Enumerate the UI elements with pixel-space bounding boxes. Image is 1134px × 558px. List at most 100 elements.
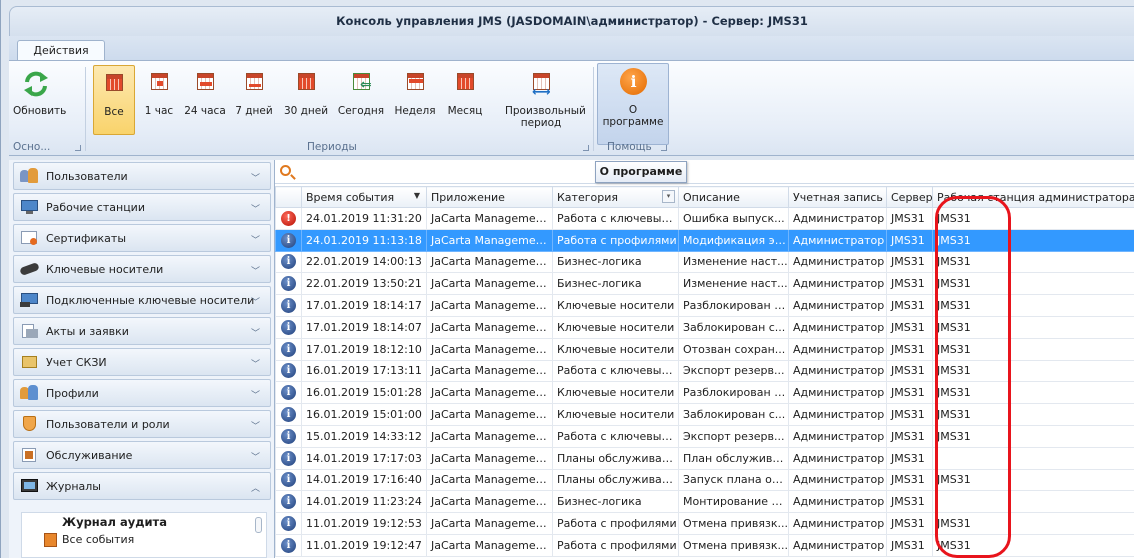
- calendar-full-icon: [99, 70, 129, 100]
- cell-event-type: i: [275, 424, 302, 448]
- nav-certificates-label: Сертификаты: [46, 232, 127, 245]
- cell-category: Бизнес-логика: [552, 490, 679, 514]
- nav-tokens[interactable]: Ключевые носители ﹀: [13, 255, 271, 283]
- cell-app: JaCarta Management...: [426, 490, 553, 514]
- table-row[interactable]: i 16.01.2019 15:01:28 JaCarta Management..…: [275, 381, 1134, 405]
- info-icon: i: [281, 516, 296, 532]
- cell-account: Администратор: [788, 228, 887, 252]
- cell-workstation: JMS31: [932, 381, 1134, 405]
- column-header-category[interactable]: Категория ▾: [552, 186, 679, 208]
- period-custom-button[interactable]: ⟷ Произвольный период: [493, 65, 589, 135]
- column-header-server[interactable]: Сервер: [886, 186, 933, 208]
- table-row[interactable]: i 11.01.2019 19:12:53 JaCarta Management..…: [275, 512, 1134, 535]
- cell-server: JMS31: [886, 337, 933, 361]
- period-all-button[interactable]: Все: [93, 65, 135, 135]
- calendar-1h-icon: [144, 69, 174, 99]
- period-24h-label: 24 часа: [184, 105, 226, 117]
- table-row[interactable]: i 17.01.2019 18:14:07 JaCarta Management..…: [275, 315, 1134, 339]
- nav-workstations[interactable]: Рабочие станции ﹀: [13, 193, 271, 221]
- group-launcher-icon[interactable]: [583, 145, 589, 151]
- info-icon: i: [281, 407, 296, 423]
- column-header-icon[interactable]: [275, 186, 302, 208]
- cell-app: JaCarta Management...: [426, 446, 553, 470]
- nav-connected-tokens[interactable]: Подключенные ключевые носители ﹀: [13, 286, 271, 314]
- nav-roles[interactable]: Пользователи и роли ﹀: [13, 410, 271, 438]
- cell-description: Экспорт резерв...: [678, 359, 789, 383]
- ribbon-tab-strip: Действия: [9, 36, 1134, 61]
- nav-profiles[interactable]: Профили ﹀: [13, 379, 271, 407]
- info-icon: i: [618, 68, 648, 98]
- cell-workstation: [932, 490, 1134, 514]
- table-row[interactable]: i 24.01.2019 11:13:18 JaCarta Management..…: [275, 228, 1134, 252]
- cell-workstation: JMS31: [932, 359, 1134, 383]
- nav-maintenance[interactable]: Обслуживание ﹀: [13, 441, 271, 469]
- info-icon: i: [281, 254, 296, 270]
- table-row[interactable]: i 22.01.2019 13:50:21 JaCarta Management..…: [275, 272, 1134, 296]
- group-launcher-icon[interactable]: [661, 145, 667, 151]
- workstations-icon: [20, 199, 40, 215]
- column-header-description[interactable]: Описание: [678, 186, 789, 208]
- table-row[interactable]: i 17.01.2019 18:12:10 JaCarta Management..…: [275, 337, 1134, 361]
- nav-acts[interactable]: Акты и заявки ﹀: [13, 317, 271, 345]
- nav-crypto-accounting[interactable]: Учет СКЗИ ﹀: [13, 348, 271, 376]
- roles-icon: [20, 416, 40, 432]
- cell-category: Ключевые носители: [552, 315, 679, 339]
- nav-certificates[interactable]: Сертификаты ﹀: [13, 224, 271, 252]
- period-month-button[interactable]: Месяц: [443, 65, 487, 135]
- cell-time: 22.01.2019 13:50:21: [301, 272, 427, 296]
- table-row[interactable]: i 16.01.2019 17:13:11 JaCarta Management..…: [275, 359, 1134, 383]
- column-header-app[interactable]: Приложение: [426, 186, 553, 208]
- table-row[interactable]: i 14.01.2019 11:23:24 JaCarta Management..…: [275, 490, 1134, 514]
- cell-server: JMS31: [886, 228, 933, 252]
- chevron-down-icon: ﹀: [250, 236, 260, 246]
- period-7d-button[interactable]: 7 дней: [231, 65, 277, 135]
- period-today-button[interactable]: ⇐ Сегодня: [335, 65, 387, 135]
- chevron-down-icon: ﹀: [250, 329, 260, 339]
- period-24h-button[interactable]: 24 часа: [181, 65, 229, 135]
- cell-account: Администратор: [788, 446, 887, 470]
- connected-token-icon: [20, 292, 40, 308]
- refresh-label: Обновить: [13, 105, 67, 117]
- cell-time: 11.01.2019 19:12:47: [301, 533, 427, 557]
- cell-time: 22.01.2019 14:00:13: [301, 250, 427, 274]
- search-icon[interactable]: [280, 165, 291, 176]
- cell-description: Изменение наст...: [678, 272, 789, 296]
- nav-tokens-label: Ключевые носители: [46, 263, 164, 276]
- period-30d-button[interactable]: 30 дней: [281, 65, 331, 135]
- table-row[interactable]: i 14.01.2019 17:17:03 JaCarta Management..…: [275, 446, 1134, 470]
- column-header-account[interactable]: Учетная запись: [788, 186, 887, 208]
- info-icon: i: [281, 494, 296, 510]
- nav-users[interactable]: Пользователи ﹀: [13, 162, 271, 190]
- group-launcher-icon[interactable]: [75, 145, 81, 151]
- period-week-button[interactable]: Неделя: [391, 65, 439, 135]
- cell-category: Бизнес-логика: [552, 272, 679, 296]
- column-header-time-label: Время события: [306, 190, 395, 204]
- tab-actions[interactable]: Действия: [17, 40, 105, 61]
- cell-time: 16.01.2019 17:13:11: [301, 359, 427, 383]
- table-row[interactable]: ! 24.01.2019 11:31:20 JaCarta Management..…: [275, 207, 1134, 230]
- about-button[interactable]: i О программе: [597, 63, 669, 145]
- cell-app: JaCarta Management...: [426, 250, 553, 274]
- cell-description: Разблокирован с...: [678, 294, 789, 317]
- chevron-down-icon: ﹀: [250, 453, 260, 463]
- column-header-time[interactable]: Время события ▼: [301, 186, 427, 208]
- table-row[interactable]: i 14.01.2019 17:16:40 JaCarta Management..…: [275, 468, 1134, 492]
- subpanel-scrollbar[interactable]: [255, 517, 262, 533]
- table-row[interactable]: i 11.01.2019 19:12:47 JaCarta Management..…: [275, 533, 1134, 557]
- filter-icon[interactable]: ▾: [662, 190, 675, 203]
- table-row[interactable]: i 15.01.2019 14:33:12 JaCarta Management..…: [275, 424, 1134, 448]
- period-1h-button[interactable]: 1 час: [139, 65, 179, 135]
- period-today-label: Сегодня: [337, 105, 385, 117]
- cell-event-type: i: [275, 337, 302, 361]
- cell-server: JMS31: [886, 272, 933, 296]
- all-events-item[interactable]: Все события: [62, 533, 134, 546]
- period-7d-label: 7 дней: [235, 105, 273, 117]
- table-row[interactable]: i 17.01.2019 18:14:17 JaCarta Management..…: [275, 294, 1134, 317]
- search-bar[interactable]: [275, 162, 1134, 184]
- column-header-workstation[interactable]: Рабочая станция администратора: [932, 186, 1134, 208]
- table-row[interactable]: i 16.01.2019 15:01:00 JaCarta Management..…: [275, 403, 1134, 426]
- chevron-down-icon: ﹀: [250, 360, 260, 370]
- nav-journals[interactable]: Журналы ︿: [13, 472, 271, 500]
- refresh-button[interactable]: Обновить: [13, 65, 67, 135]
- table-row[interactable]: i 22.01.2019 14:00:13 JaCarta Management..…: [275, 250, 1134, 274]
